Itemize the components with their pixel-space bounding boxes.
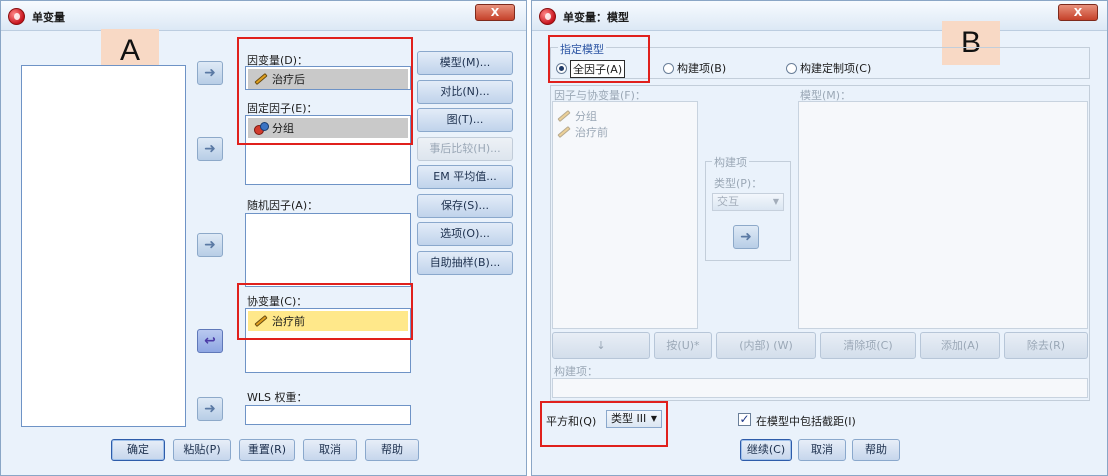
spss-app-icon bbox=[539, 8, 556, 25]
covariate-label: 协变量(C)： bbox=[247, 295, 308, 308]
fixed-factor-list[interactable]: 分组 bbox=[245, 115, 411, 185]
radio-custom-terms[interactable] bbox=[786, 63, 797, 74]
ok-button[interactable]: 确定 bbox=[111, 439, 165, 461]
random-factor-list[interactable] bbox=[245, 213, 411, 287]
type-label: 类型(P)： bbox=[714, 177, 763, 190]
close-button[interactable]: X bbox=[1058, 4, 1098, 21]
remove-button[interactable]: 除去(R) bbox=[1004, 332, 1088, 359]
arrow-right-icon: ➜ bbox=[204, 237, 216, 253]
specify-model-label: 指定模型 bbox=[558, 41, 606, 57]
dialog-b-titlebar: 单变量：模型 X bbox=[532, 1, 1107, 31]
cancel-button[interactable]: 取消 bbox=[798, 439, 846, 461]
dialog-b-title: 单变量：模型 bbox=[563, 11, 629, 24]
dependent-field[interactable]: 治疗后 bbox=[245, 66, 411, 90]
dialog-a-title: 单变量 bbox=[32, 11, 65, 24]
radio-build-terms[interactable] bbox=[663, 63, 674, 74]
source-variable-list[interactable] bbox=[21, 65, 186, 427]
dependent-var-name: 治疗后 bbox=[272, 73, 305, 86]
options-button[interactable]: 选项(O)... bbox=[417, 222, 513, 246]
type-select[interactable]: 交互 ▼ bbox=[712, 193, 784, 211]
move-to-fixed-button[interactable]: ➜ bbox=[197, 137, 223, 161]
covariate-var-row[interactable]: 治疗前 bbox=[248, 311, 408, 331]
radio-custom-terms-label[interactable]: 构建定制项(C) bbox=[800, 60, 871, 76]
nominal-variable-icon bbox=[254, 122, 269, 135]
arrow-right-icon: ➜ bbox=[204, 141, 216, 157]
sum-of-squares-select[interactable]: 类型 III ▼ bbox=[606, 410, 662, 428]
clear-term-button[interactable]: 清除项(C) bbox=[820, 332, 916, 359]
sum-of-squares-label: 平方和(Q) bbox=[546, 415, 597, 428]
factors-covariates-list[interactable]: 分组 治疗前 bbox=[552, 101, 698, 329]
move-to-covariate-button[interactable]: ↩ bbox=[197, 329, 223, 353]
model-terms-list[interactable] bbox=[798, 101, 1088, 329]
dialog-a-titlebar: 单变量 X bbox=[1, 1, 526, 31]
scale-variable-icon bbox=[254, 314, 268, 328]
covariate-var-name: 治疗前 bbox=[272, 315, 305, 328]
build-terms-field[interactable] bbox=[552, 378, 1088, 398]
move-to-random-button[interactable]: ➜ bbox=[197, 233, 223, 257]
arrow-left-icon: ↩ bbox=[204, 333, 216, 349]
factor-item[interactable]: 治疗前 bbox=[557, 124, 608, 140]
move-to-wls-button[interactable]: ➜ bbox=[197, 397, 223, 421]
scale-variable-icon bbox=[557, 125, 571, 139]
radio-build-terms-label[interactable]: 构建项(B) bbox=[677, 60, 726, 76]
radio-full-factorial-label[interactable]: 全因子(A) bbox=[570, 60, 626, 78]
reset-button[interactable]: 重置(R) bbox=[239, 439, 295, 461]
radio-full-factorial[interactable] bbox=[556, 63, 567, 74]
model-button[interactable]: 模型(M)... bbox=[417, 51, 513, 75]
fixed-var-name: 分组 bbox=[272, 122, 294, 135]
wls-weight-label: WLS 权重： bbox=[247, 391, 308, 404]
within-button[interactable]: (内部) (W) bbox=[716, 332, 816, 359]
move-to-dependent-button[interactable]: ➜ bbox=[197, 61, 223, 85]
by-button[interactable]: 按(U)* bbox=[654, 332, 712, 359]
factor-item-label: 治疗前 bbox=[575, 126, 608, 139]
factor-item-label: 分组 bbox=[575, 110, 597, 123]
spss-app-icon bbox=[8, 8, 25, 25]
chevron-down-icon: ▼ bbox=[772, 197, 779, 206]
close-button[interactable]: X bbox=[475, 4, 515, 21]
scale-variable-icon bbox=[254, 72, 268, 86]
bootstrap-button[interactable]: 自助抽样(B)... bbox=[417, 251, 513, 275]
covariate-list[interactable]: 治疗前 bbox=[245, 308, 411, 373]
plots-button[interactable]: 图(T)... bbox=[417, 108, 513, 132]
univariate-model-dialog: 单变量：模型 X B 指定模型 全因子(A) 构建项(B) 构建定制项(C) 因… bbox=[531, 0, 1108, 476]
move-down-button[interactable]: ↓ bbox=[552, 332, 650, 359]
add-button[interactable]: 添加(A) bbox=[920, 332, 1000, 359]
univariate-dialog: 单变量 X A ➜ ➜ ➜ ↩ ➜ 因变量(D)： 治疗后 固定因子(E)： 分… bbox=[0, 0, 527, 476]
cancel-button[interactable]: 取消 bbox=[303, 439, 357, 461]
continue-button[interactable]: 继续(C) bbox=[740, 439, 792, 461]
arrow-right-icon: ➜ bbox=[204, 65, 216, 81]
scale-variable-icon bbox=[557, 109, 571, 123]
em-means-button[interactable]: EM 平均值... bbox=[417, 165, 513, 189]
help-button[interactable]: 帮助 bbox=[365, 439, 419, 461]
random-factor-label: 随机因子(A)： bbox=[247, 199, 319, 212]
include-intercept-checkbox[interactable]: ✓ bbox=[738, 413, 751, 426]
wls-weight-field[interactable] bbox=[245, 405, 411, 425]
paste-button[interactable]: 粘贴(P) bbox=[173, 439, 231, 461]
arrow-right-icon: ➜ bbox=[740, 229, 752, 245]
include-intercept-label: 在模型中包括截距(I) bbox=[756, 415, 856, 428]
factor-item[interactable]: 分组 bbox=[557, 108, 597, 124]
sum-of-squares-value: 类型 III bbox=[611, 412, 647, 425]
chevron-down-icon: ▼ bbox=[650, 414, 657, 423]
fixed-var-row[interactable]: 分组 bbox=[248, 118, 408, 138]
type-select-value: 交互 bbox=[717, 195, 739, 208]
post-hoc-button[interactable]: 事后比较(H)... bbox=[417, 137, 513, 161]
contrasts-button[interactable]: 对比(N)... bbox=[417, 80, 513, 104]
dependent-var-row[interactable]: 治疗后 bbox=[248, 69, 408, 89]
build-term-group-label: 构建项 bbox=[712, 154, 749, 170]
arrow-right-icon: ➜ bbox=[204, 401, 216, 417]
build-terms-label: 构建项： bbox=[554, 365, 598, 378]
help-button[interactable]: 帮助 bbox=[852, 439, 900, 461]
add-term-arrow-button[interactable]: ➜ bbox=[733, 225, 759, 249]
fixed-factor-label: 固定因子(E)： bbox=[247, 102, 318, 115]
save-button[interactable]: 保存(S)... bbox=[417, 194, 513, 218]
